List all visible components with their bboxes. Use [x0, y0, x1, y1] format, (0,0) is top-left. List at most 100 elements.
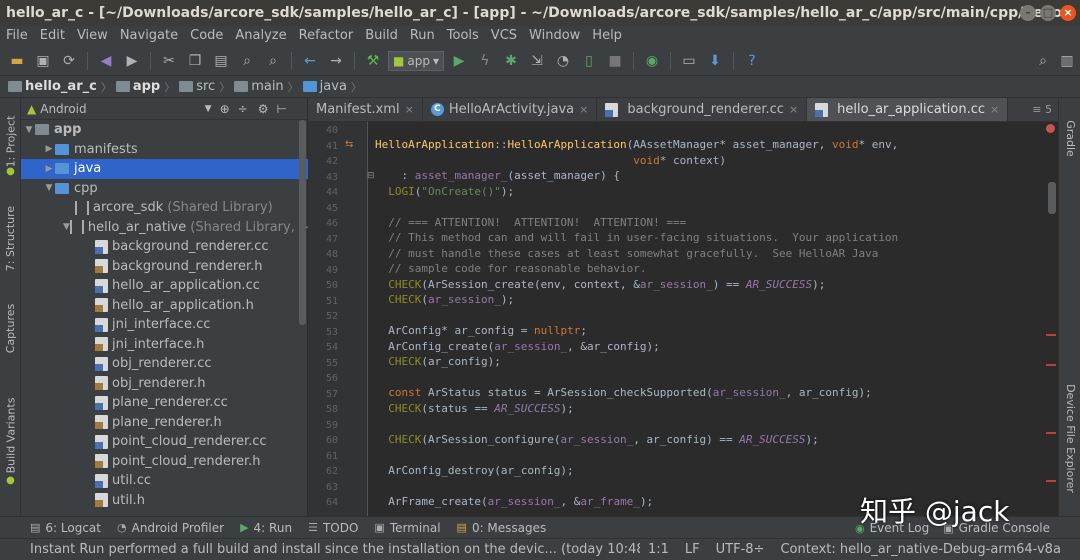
breadcrumb-item[interactable]: src	[175, 79, 219, 94]
breadcrumb-item[interactable]: app	[112, 79, 164, 94]
menu-file[interactable]: File	[0, 26, 34, 46]
close-icon[interactable]: ×	[1060, 5, 1076, 21]
open-folder-icon[interactable]: ▬	[6, 50, 28, 72]
tree-item[interactable]: hello_ar_application.cc	[21, 276, 308, 296]
undo-icon[interactable]: ◀	[95, 50, 117, 72]
search-everywhere-icon[interactable]: ⌕	[1032, 50, 1054, 72]
tab-manifest[interactable]: Manifest.xml ×	[308, 98, 423, 121]
tree-item[interactable]: obj_renderer.cc	[21, 354, 308, 374]
tree-item[interactable]: arcore_sdk (Shared Library)	[21, 198, 308, 218]
attach-debugger-icon[interactable]: ⇲	[526, 50, 548, 72]
menu-analyze[interactable]: Analyze	[229, 26, 292, 46]
collapsed-arrow-icon[interactable]: ▶	[43, 164, 55, 174]
error-stripe[interactable]	[1046, 334, 1056, 336]
menu-code[interactable]: Code	[184, 26, 229, 46]
tool-window-android-profiler[interactable]: ◔ Android Profiler	[117, 521, 224, 535]
editor-scrollbar[interactable]	[1044, 122, 1058, 516]
file-encoding[interactable]: UTF-8÷	[708, 542, 773, 557]
stop-icon[interactable]: ■	[604, 50, 626, 72]
redo-icon[interactable]: ▶	[121, 50, 143, 72]
attach-profiler-icon[interactable]: ▯	[578, 50, 600, 72]
forward-icon[interactable]: →	[325, 50, 347, 72]
override-icon[interactable]: ⇆	[345, 139, 353, 150]
back-icon[interactable]: ←	[299, 50, 321, 72]
menu-tools[interactable]: Tools	[441, 26, 485, 46]
menu-view[interactable]: View	[71, 26, 114, 46]
run-configuration-dropdown[interactable]: ■ app ▾	[388, 50, 444, 71]
collapsed-arrow-icon[interactable]: ▶	[43, 144, 55, 154]
replace-icon[interactable]: ⌕	[262, 50, 284, 72]
find-icon[interactable]: ⌕	[236, 50, 258, 72]
chevron-down-icon[interactable]: ▼	[205, 104, 212, 114]
tree-item[interactable]: util.cc	[21, 471, 308, 491]
tree-item[interactable]: background_renderer.cc	[21, 237, 308, 257]
error-stripe[interactable]	[1046, 480, 1056, 482]
close-icon[interactable]: ×	[789, 103, 798, 116]
menu-window[interactable]: Window	[523, 26, 586, 46]
tree-item[interactable]: ▼ cpp	[21, 179, 308, 199]
make-project-icon[interactable]: ⚒	[362, 50, 384, 72]
close-icon[interactable]: ×	[579, 103, 588, 116]
help-icon[interactable]: ?	[741, 50, 763, 72]
menu-run[interactable]: Run	[404, 26, 441, 46]
apply-changes-icon[interactable]: ϟ	[474, 50, 496, 72]
line-separator[interactable]: LF	[677, 542, 708, 557]
project-scrollbar[interactable]	[299, 120, 306, 325]
tab-hello-ar-application[interactable]: hello_ar_application.cc ×	[807, 98, 1009, 121]
menu-refactor[interactable]: Refactor	[293, 26, 360, 46]
tree-item[interactable]: jni_interface.h	[21, 335, 308, 355]
save-icon[interactable]: ▣	[32, 50, 54, 72]
expanded-arrow-icon[interactable]: ▼	[23, 125, 35, 135]
tree-item[interactable]: point_cloud_renderer.cc	[21, 432, 308, 452]
menu-vcs[interactable]: VCS	[485, 26, 523, 46]
layout-icon[interactable]: ▥	[1056, 50, 1078, 72]
project-view-selector[interactable]: Android	[40, 102, 86, 116]
tool-window-todo[interactable]: ☰ TODO	[308, 521, 358, 535]
gear-icon[interactable]: ⚙	[258, 102, 269, 116]
menu-navigate[interactable]: Navigate	[114, 26, 184, 46]
tree-item[interactable]: ▼ hello_ar_native (Shared Library, ~/	[21, 218, 308, 238]
breadcrumb-item[interactable]: java	[299, 79, 351, 94]
tab-hello-ar-activity[interactable]: C HelloArActivity.java ×	[423, 98, 598, 121]
menu-edit[interactable]: Edit	[34, 26, 71, 46]
tool-window-run[interactable]: ▶ 4: Run	[240, 521, 292, 535]
tree-item[interactable]: plane_renderer.cc	[21, 393, 308, 413]
cut-icon[interactable]: ✂	[158, 50, 180, 72]
maximize-icon[interactable]: □	[1040, 5, 1056, 21]
tree-item[interactable]: jni_interface.cc	[21, 315, 308, 335]
breadcrumb-item[interactable]: main	[230, 79, 287, 94]
run-icon[interactable]: ▶	[448, 50, 470, 72]
tree-item[interactable]: obj_renderer.h	[21, 374, 308, 394]
tree-item[interactable]: util.h	[21, 491, 308, 511]
error-indicator-icon[interactable]	[1046, 124, 1055, 133]
tab-overflow[interactable]: ≡ 5	[1026, 98, 1058, 121]
collapse-all-icon[interactable]: ÷	[238, 102, 248, 116]
gradle-sync-icon[interactable]: ◉	[641, 50, 663, 72]
expanded-arrow-icon[interactable]: ▼	[43, 183, 55, 193]
hide-panel-icon[interactable]: ⊢	[276, 102, 286, 116]
tree-item[interactable]: plane_renderer.h	[21, 413, 308, 433]
tree-item[interactable]: hello_ar_application.h	[21, 296, 308, 316]
profile-icon[interactable]: ◔	[552, 50, 574, 72]
menu-help[interactable]: Help	[586, 26, 628, 46]
minimize-icon[interactable]: –	[1020, 5, 1036, 21]
editor-scroll-thumb[interactable]	[1048, 182, 1056, 214]
copy-icon[interactable]: ❐	[184, 50, 206, 72]
error-stripe[interactable]	[1046, 432, 1056, 434]
breadcrumb-item[interactable]: hello_ar_c	[4, 79, 101, 94]
avd-manager-icon[interactable]: ▭	[678, 50, 700, 72]
expanded-arrow-icon[interactable]: ▼	[63, 222, 70, 232]
tool-window-device-file-explorer[interactable]: Device File Explorer	[1059, 368, 1080, 508]
paste-icon[interactable]: ▤	[210, 50, 232, 72]
tree-item[interactable]: ▶ java	[21, 159, 308, 179]
cursor-position[interactable]: 1:1	[640, 542, 677, 557]
tree-item[interactable]: ▶ manifests	[21, 140, 308, 160]
tool-window-messages[interactable]: ▤ 0: Messages	[457, 521, 547, 535]
error-stripe[interactable]	[1046, 364, 1056, 366]
target-icon[interactable]: ⊕	[220, 102, 230, 116]
tree-item[interactable]: point_cloud_renderer.h	[21, 452, 308, 472]
fold-icon[interactable]: ⊟	[367, 171, 375, 181]
tree-item[interactable]: background_renderer.h	[21, 257, 308, 277]
sdk-manager-icon[interactable]: ⬇	[704, 50, 726, 72]
tree-item[interactable]: ▼ app	[21, 120, 308, 140]
